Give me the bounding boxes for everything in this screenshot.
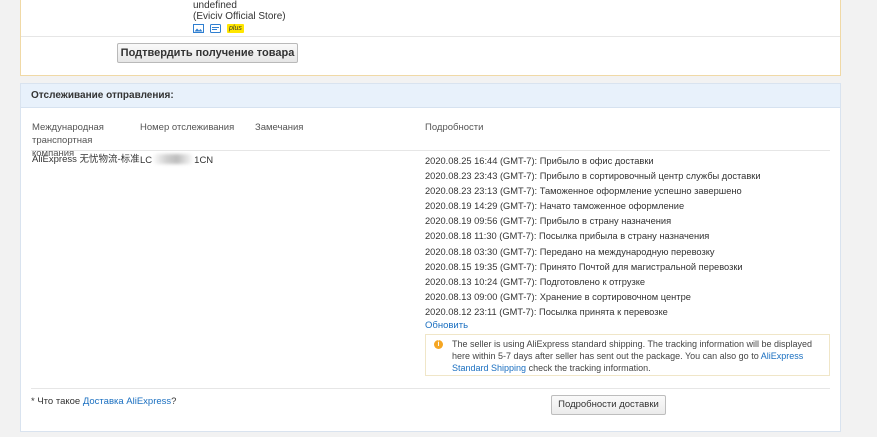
tracking-event: 2020.08.23 23:13 (GMT-7): Таможенное офо… bbox=[425, 186, 742, 197]
tracking-event: 2020.08.13 09:00 (GMT-7): Хранение в сор… bbox=[425, 291, 691, 302]
tracking-event: 2020.08.25 16:44 (GMT-7): Прибыло в офис… bbox=[425, 156, 654, 166]
notice-text-part: check the tracking information. bbox=[526, 363, 651, 373]
tracking-event: 2020.08.23 23:43 (GMT-7): Прибыло в сорт… bbox=[425, 171, 761, 182]
carrier-name: AliExpress 无忧物流-标准 bbox=[32, 154, 140, 165]
shipping-notice: i The seller is using AliExpress standar… bbox=[425, 334, 830, 376]
tracking-event: 2020.08.13 10:24 (GMT-7): Подготовлено к… bbox=[425, 276, 646, 287]
tracking-number: LC 1CN bbox=[140, 154, 213, 167]
tracking-title: Отслеживание отправления: bbox=[21, 84, 840, 108]
notice-text: The seller is using AliExpress standard … bbox=[452, 338, 824, 374]
image-icon[interactable] bbox=[193, 24, 204, 33]
tracking-event: 2020.08.15 19:35 (GMT-7): Принято Почтой… bbox=[425, 261, 743, 272]
tracking-number-prefix: LC bbox=[140, 155, 153, 166]
tracking-event: 2020.08.19 09:56 (GMT-7): Прибыло в стра… bbox=[425, 216, 672, 227]
plus-badge: plus bbox=[227, 24, 244, 33]
seller-name: undefined bbox=[193, 0, 237, 11]
store-name: (Eviciv Official Store) bbox=[193, 11, 286, 22]
column-header-number: Номер отслеживания bbox=[140, 122, 235, 133]
tracking-event: 2020.08.18 11:30 (GMT-7): Посылка прибыл… bbox=[425, 231, 710, 242]
tracking-event: 2020.08.18 03:30 (GMT-7): Передано на ме… bbox=[425, 246, 715, 257]
divider bbox=[31, 150, 830, 151]
redaction-blur bbox=[152, 154, 195, 164]
tracking-events: 2020.08.25 16:44 (GMT-7): Прибыло в офис… bbox=[425, 154, 761, 320]
divider bbox=[31, 388, 830, 389]
seller-icons: plus bbox=[193, 24, 244, 33]
order-box: undefined (Eviciv Official Store) plus П… bbox=[20, 0, 841, 76]
footnote-prefix: * Что такое bbox=[31, 396, 83, 407]
confirm-receipt-button[interactable]: Подтвердить получение товара bbox=[117, 43, 298, 63]
update-link[interactable]: Обновить bbox=[425, 320, 468, 331]
tracking-event: 2020.08.19 14:29 (GMT-7): Начато таможен… bbox=[425, 201, 685, 212]
tracking-event: 2020.08.12 23:11 (GMT-7): Посылка принят… bbox=[425, 306, 668, 317]
divider bbox=[21, 36, 840, 37]
footnote: * Что такое Доставка AliExpress? bbox=[31, 396, 176, 407]
card-icon[interactable] bbox=[210, 24, 221, 33]
notice-text-part: The seller is using AliExpress standard … bbox=[452, 339, 813, 361]
aliexpress-delivery-link[interactable]: Доставка AliExpress bbox=[83, 396, 171, 407]
footnote-suffix: ? bbox=[171, 396, 177, 407]
info-icon: i bbox=[434, 340, 443, 349]
seller-info: undefined (Eviciv Official Store) bbox=[193, 0, 286, 22]
tracking-number-suffix: 1CN bbox=[194, 155, 214, 166]
tracking-panel: Отслеживание отправления: Международная … bbox=[20, 83, 841, 432]
column-header-remarks: Замечания bbox=[255, 122, 304, 133]
delivery-details-button[interactable]: Подробности доставки bbox=[551, 395, 666, 415]
column-header-details: Подробности bbox=[425, 122, 484, 133]
